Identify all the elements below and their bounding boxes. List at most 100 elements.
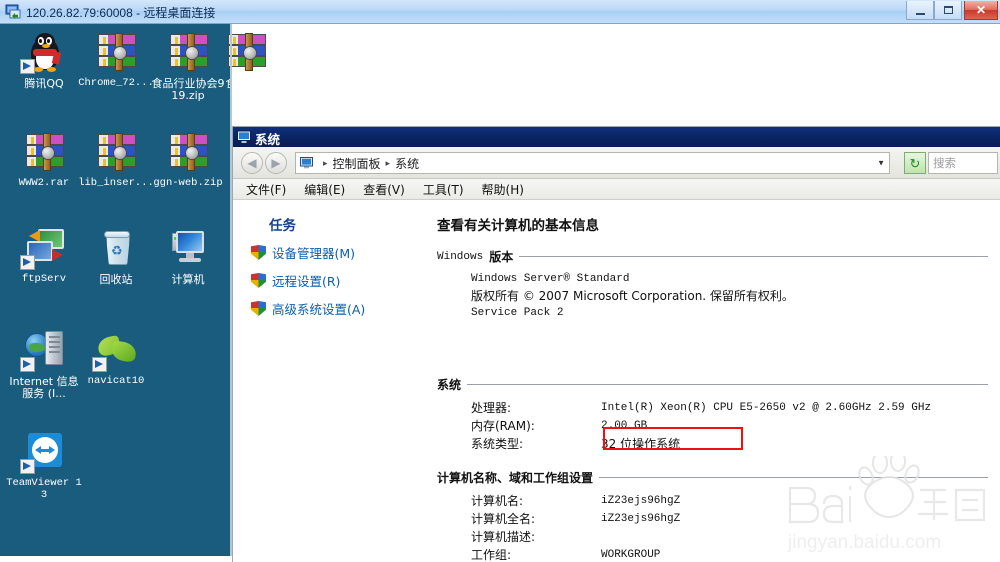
group-header-label-cjk: 系统 <box>437 378 462 392</box>
breadcrumb-system[interactable]: 系统 <box>395 155 419 172</box>
desktop-icon-chrome-archive[interactable]: Chrome_72... <box>78 32 154 90</box>
row-key: 处理器: <box>471 401 512 415</box>
menu-tools[interactable]: 工具(T) <box>414 179 473 200</box>
close-button[interactable]: ✕ <box>964 1 998 20</box>
system-window-titlebar[interactable]: 系统 <box>233 127 1000 147</box>
shortcut-arrow-icon <box>20 255 35 270</box>
shortcut-arrow-icon <box>20 357 35 372</box>
search-input[interactable]: 搜索 <box>928 152 998 174</box>
task-link-label: 高级系统设置(A) <box>272 302 366 317</box>
content-pane: 查看有关计算机的基本信息 Windows 版本 Windows Server® … <box>429 200 1000 562</box>
row-memory: 内存(RAM): 2.00 GB <box>471 417 988 435</box>
row-value: WORKGROUP <box>601 549 661 561</box>
address-breadcrumb-field[interactable]: ▸ 控制面板 ▸ 系统 ▼ <box>295 152 890 174</box>
row-system-type: 系统类型: 32 位操作系统 <box>471 435 988 453</box>
desktop-icon-label: ftpServ <box>21 273 67 285</box>
row-computer-description: 计算机描述: <box>471 528 988 546</box>
breadcrumb-separator[interactable]: ▸ <box>386 158 391 169</box>
group-body: Windows Server® Standard 版权所有 © 2007 Mic… <box>437 265 988 322</box>
row-value: iZ23ejs96hgZ <box>601 495 681 507</box>
refresh-button[interactable]: ↻ <box>904 152 926 174</box>
desktop-icon-iis[interactable]: Internet 信息服务 (I... <box>4 330 84 399</box>
group-divider <box>599 477 988 478</box>
group-body: 处理器: Intel(R) Xeon(R) CPU E5-2650 v2 @ 2… <box>437 393 988 453</box>
back-button[interactable]: ◀ <box>241 152 263 174</box>
desktop-icon-label: WWW2.rar <box>18 177 70 189</box>
windows-copyright: 版权所有 © 2007 Microsoft Corporation. 保留所有权… <box>471 289 794 303</box>
system-control-panel-window: 系统 ◀ ▶ ▸ 控制面板 ▸ 系统 ▼ ↻ 搜索 文件(F) 编辑(E) 查看… <box>232 126 1000 562</box>
computer-icon <box>300 157 313 169</box>
row-key: 计算机名: <box>471 494 524 508</box>
desktop-icon-label: TeamViewer 13 <box>6 477 82 501</box>
desktop-icon-label: 食品行业协会919.zip <box>151 77 225 102</box>
desktop-icon-recycle-bin[interactable]: ♻ 回收站 <box>78 228 154 286</box>
desktop-icon-label: 腾讯QQ <box>24 77 64 90</box>
menu-help[interactable]: 帮助(H) <box>473 179 533 200</box>
group-header: 计算机名称、域和工作组设置 <box>437 469 988 486</box>
task-link-label: 远程设置(R) <box>272 274 341 289</box>
task-pane: 任务 设备管理器(M) 远程设置(R) 高级系统设置(A) <box>233 200 429 562</box>
desktop-icon-label: 回收站 <box>99 273 133 286</box>
desktop-icon-lib-insert[interactable]: lib_inser... <box>78 132 154 190</box>
desktop[interactable]: 腾讯QQ Chrome_72... 食品行业协会919.zip 食品行业协会.r… <box>0 24 281 556</box>
shortcut-arrow-icon <box>92 357 107 372</box>
back-arrow-icon: ◀ <box>247 156 257 170</box>
refresh-icon: ↻ <box>909 155 921 171</box>
group-header-label-cjk: 版本 <box>489 250 514 264</box>
desktop-icon-ftpserv[interactable]: ftpServ <box>6 228 82 286</box>
desktop-icon-www2-rar[interactable]: WWW2.rar <box>6 132 82 190</box>
breadcrumb-control-panel[interactable]: 控制面板 <box>333 155 381 172</box>
desktop-icon-computer[interactable]: 计算机 <box>150 228 226 286</box>
desktop-icon-navicat10[interactable]: navicat10 <box>78 330 154 388</box>
desktop-icon-label: navicat10 <box>87 375 145 387</box>
minimize-button[interactable] <box>906 1 934 20</box>
menu-view[interactable]: 查看(V) <box>354 179 414 200</box>
maximize-button[interactable] <box>934 1 962 20</box>
teamviewer-icon <box>20 432 68 476</box>
winrar-archive-icon <box>92 132 140 176</box>
winrar-archive-icon <box>164 132 212 176</box>
shield-icon <box>251 301 266 316</box>
row-value: 32 位操作系统 <box>601 437 681 451</box>
desktop-icon-teamviewer13[interactable]: TeamViewer 13 <box>6 432 82 501</box>
desktop-icon-food-assoc-zip[interactable]: 食品行业协会919.zip <box>150 32 226 101</box>
ftp-server-icon <box>20 228 68 272</box>
remote-desktop-icon <box>5 4 21 19</box>
maximize-icon <box>935 1 961 19</box>
task-advanced-system-settings[interactable]: 高级系统设置(A) <box>251 299 429 318</box>
row-key: 计算机全名: <box>471 512 536 526</box>
row-key: 工作组: <box>471 548 512 562</box>
shield-icon <box>251 245 266 260</box>
recycle-bin-icon: ♻ <box>92 228 140 272</box>
group-body: 计算机名: iZ23ejs96hgZ 计算机全名: iZ23ejs96hgZ 计… <box>437 486 988 562</box>
close-icon: ✕ <box>975 3 987 17</box>
winrar-archive-icon <box>92 32 140 76</box>
rdp-title-text: 120.26.82.79:60008 - 远程桌面连接 <box>26 6 216 20</box>
row-processor: 处理器: Intel(R) Xeon(R) CPU E5-2650 v2 @ 2… <box>471 399 988 417</box>
system-window-title: 系统 <box>255 132 281 147</box>
chevron-down-icon[interactable]: ▼ <box>877 159 885 168</box>
group-computer-name: 计算机名称、域和工作组设置 计算机名: iZ23ejs96hgZ 计算机全名: … <box>437 469 988 562</box>
rdp-titlebar[interactable]: 120.26.82.79:60008 - 远程桌面连接 ✕ <box>0 0 1000 24</box>
desktop-icon-label: Internet 信息服务 (I... <box>9 375 79 400</box>
group-header-label: Windows <box>437 250 484 263</box>
desktop-icon-ggn-web-zip[interactable]: ggn-web.zip <box>150 132 226 190</box>
desktop-icon-label: lib_inser... <box>78 177 154 189</box>
menu-file[interactable]: 文件(F) <box>237 179 295 200</box>
breadcrumb-separator[interactable]: ▸ <box>323 158 328 169</box>
group-divider <box>467 384 988 385</box>
row-computer-name: 计算机名: iZ23ejs96hgZ <box>471 492 988 510</box>
group-header: Windows 版本 <box>437 248 988 265</box>
menu-edit[interactable]: 编辑(E) <box>295 179 354 200</box>
shortcut-arrow-icon <box>20 459 35 474</box>
forward-button[interactable]: ▶ <box>265 152 287 174</box>
task-device-manager[interactable]: 设备管理器(M) <box>251 243 429 262</box>
desktop-icon-label: Chrome_72... <box>78 77 154 89</box>
task-remote-settings[interactable]: 远程设置(R) <box>251 271 429 290</box>
row-value: Intel(R) Xeon(R) CPU E5-2650 v2 @ 2.60GH… <box>601 402 932 414</box>
winrar-archive-icon <box>20 132 68 176</box>
windows-service-pack: Service Pack 2 <box>471 307 564 319</box>
desktop-icon-qq[interactable]: 腾讯QQ <box>6 32 82 90</box>
